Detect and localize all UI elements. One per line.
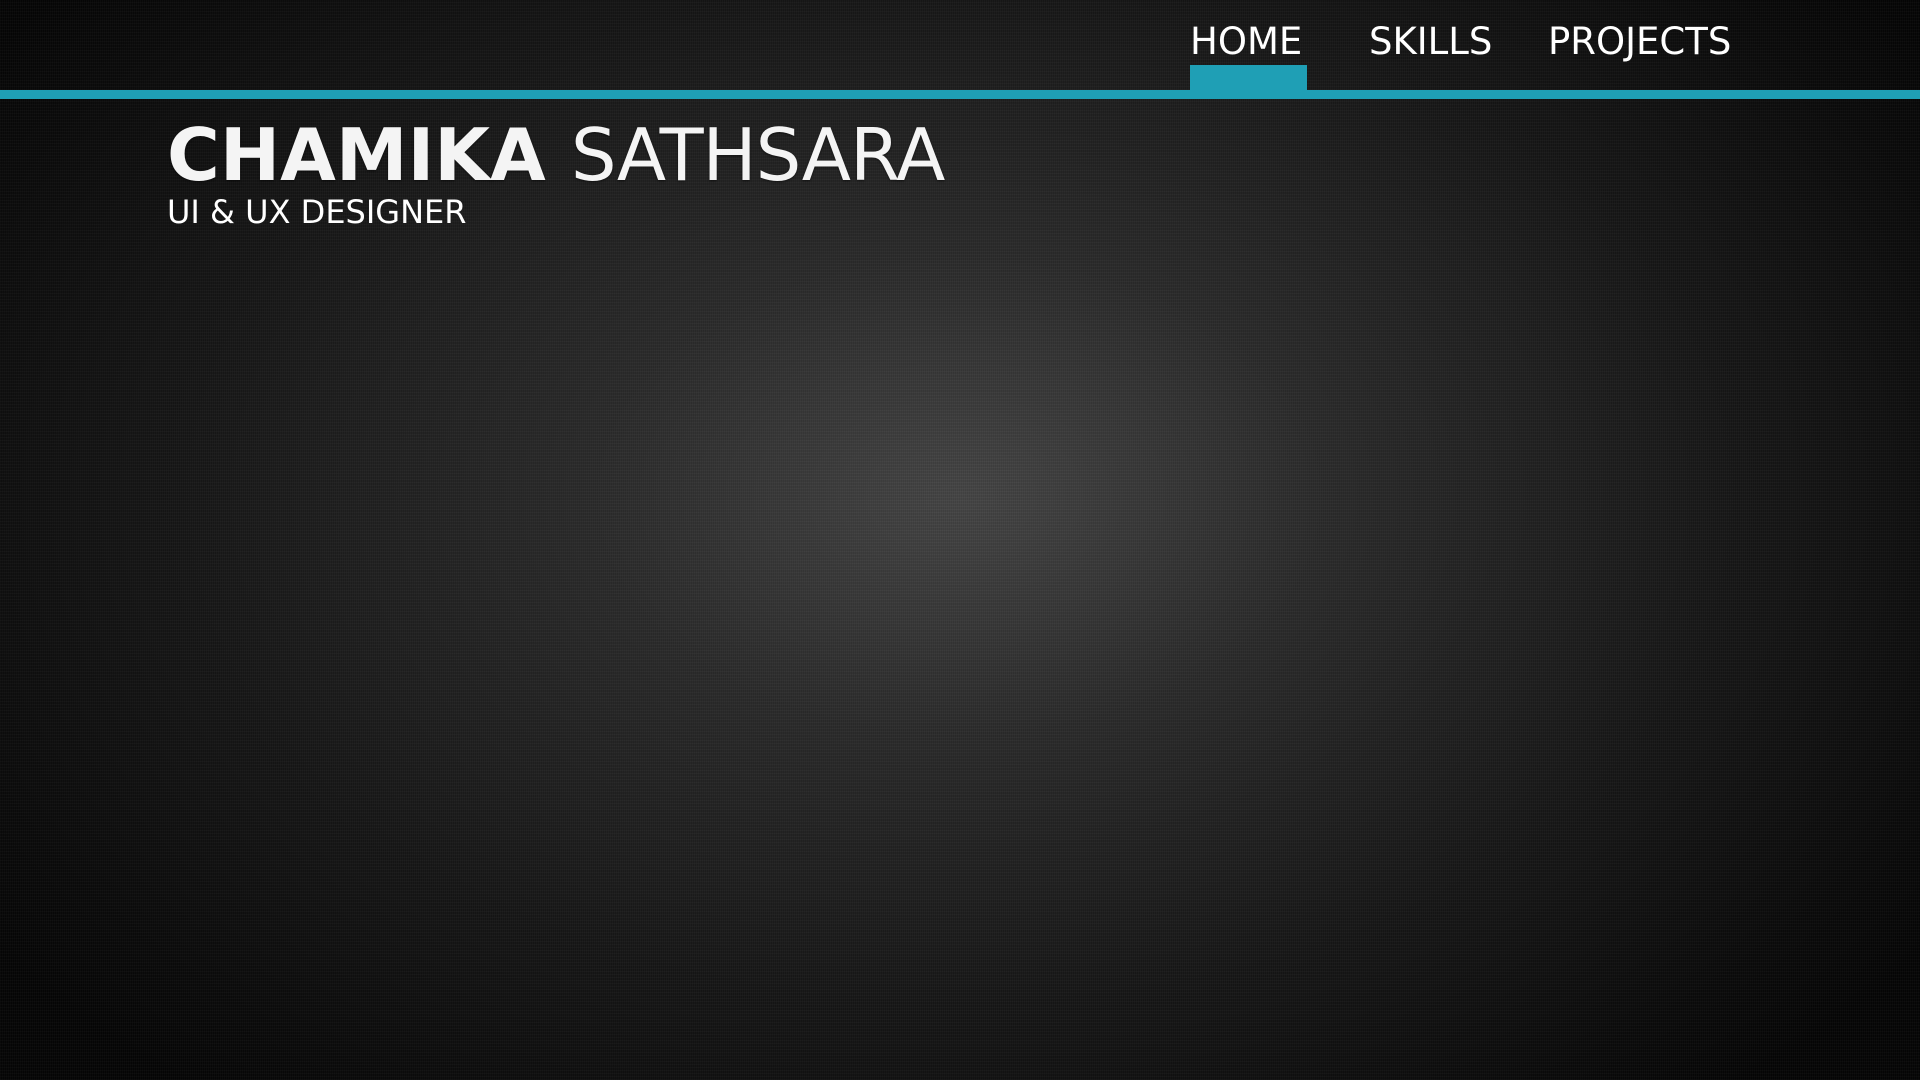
first-name: CHAMIKA (167, 113, 546, 197)
nav-item-projects[interactable]: PROJECTS (1548, 20, 1731, 64)
main-nav: HOME SKILLS PROJECTS (0, 0, 1920, 90)
job-title: UI & UX DESIGNER (167, 193, 467, 231)
header-accent-line (0, 90, 1920, 99)
profile-name: CHAMIKA SATHSARA (167, 112, 945, 198)
nav-item-skills[interactable]: SKILLS (1369, 20, 1492, 64)
last-name: SATHSARA (570, 113, 945, 197)
hero-section: CHAMIKA SATHSARA UI & UX DESIGNER (167, 112, 945, 231)
nav-item-home[interactable]: HOME (1190, 20, 1302, 64)
